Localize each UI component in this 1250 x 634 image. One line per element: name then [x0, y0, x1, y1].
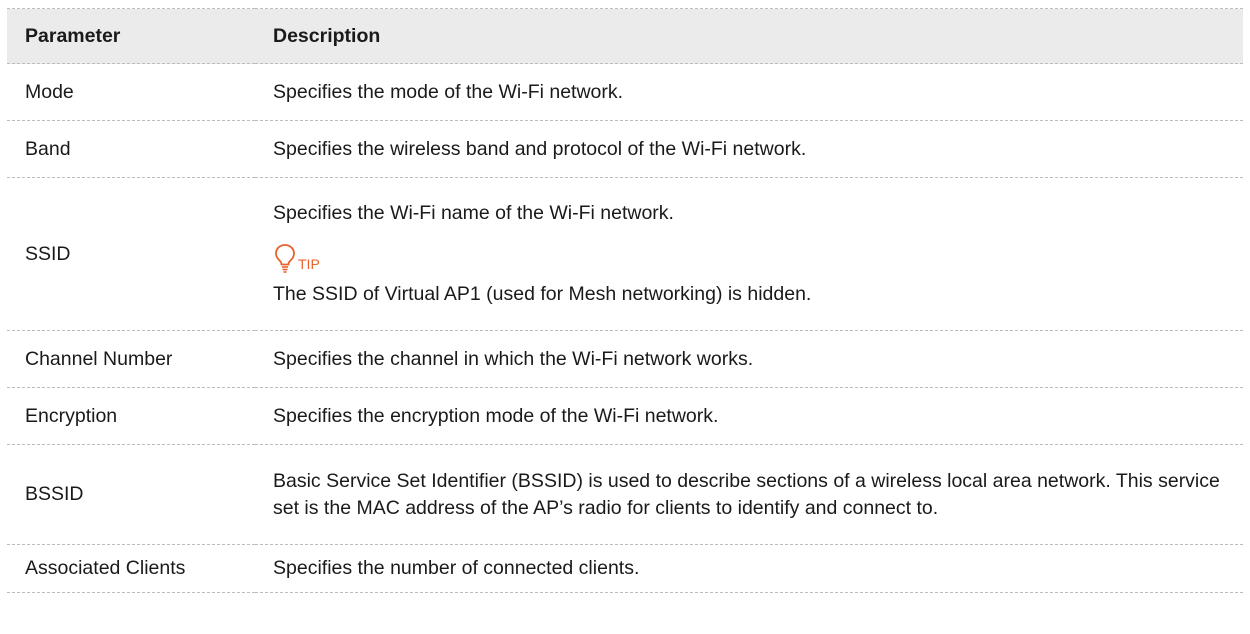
description-text: Specifies the Wi-Fi name of the Wi-Fi ne… — [273, 202, 674, 224]
tip-text: The SSID of Virtual AP1 (used for Mesh n… — [273, 283, 812, 305]
header-parameter: Parameter — [7, 8, 255, 64]
table-row-ssid: SSID Specifies the Wi-Fi name of the Wi-… — [7, 177, 1243, 331]
tip-callout: TIP — [273, 233, 1233, 273]
tip-label: TIP — [298, 256, 320, 272]
parameter-cell: BSSID — [7, 444, 255, 545]
table-row-channel-number: Channel Number Specifies the channel in … — [7, 330, 1243, 388]
description-cell: Specifies the mode of the Wi-Fi network. — [255, 63, 1243, 121]
parameter-cell: Band — [7, 120, 255, 178]
parameter-cell: Mode — [7, 63, 255, 121]
description-cell: Specifies the encryption mode of the Wi-… — [255, 387, 1243, 445]
table-row-bssid: BSSID Basic Service Set Identifier (BSSI… — [7, 444, 1243, 545]
parameter-cell: Associated Clients — [7, 544, 255, 593]
table-row-band: Band Specifies the wireless band and pro… — [7, 120, 1243, 178]
description-cell: Specifies the channel in which the Wi-Fi… — [255, 330, 1243, 388]
parameter-cell: Encryption — [7, 387, 255, 445]
table-row-associated-clients: Associated Clients Specifies the number … — [7, 544, 1243, 593]
parameter-cell: SSID — [7, 177, 255, 331]
header-description: Description — [255, 8, 1243, 64]
table-header-row: Parameter Description — [7, 8, 1243, 64]
description-cell: Specifies the wireless band and protocol… — [255, 120, 1243, 178]
table-row-mode: Mode Specifies the mode of the Wi-Fi net… — [7, 63, 1243, 121]
lightbulb-icon — [275, 244, 295, 273]
parameter-table: Parameter Description Mode Specifies the… — [7, 8, 1243, 593]
description-cell: Specifies the number of connected client… — [255, 544, 1243, 593]
description-cell: Specifies the Wi-Fi name of the Wi-Fi ne… — [255, 177, 1243, 331]
parameter-cell: Channel Number — [7, 330, 255, 388]
table-row-encryption: Encryption Specifies the encryption mode… — [7, 387, 1243, 445]
description-cell: Basic Service Set Identifier (BSSID) is … — [255, 444, 1243, 545]
